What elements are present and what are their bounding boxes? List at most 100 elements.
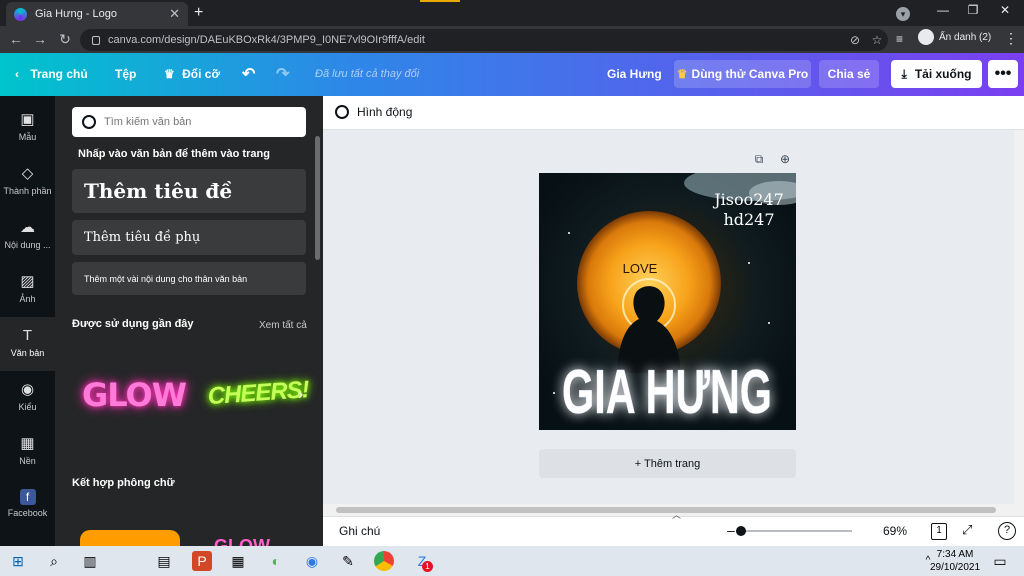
crown-icon: ♛	[164, 67, 175, 81]
incognito-avatar-icon	[918, 29, 934, 45]
rail-label: Thành phần	[3, 186, 52, 196]
design-text-main: GIA HƯNG	[562, 358, 772, 427]
tab-strip-accent	[420, 0, 460, 2]
design-text-line2: hd247	[723, 210, 774, 229]
task-view-icon[interactable]: ▥	[80, 551, 100, 571]
fullscreen-icon[interactable]: ⤢	[962, 522, 972, 538]
resize-label: Đổi cỡ	[182, 67, 220, 81]
reading-list-icon[interactable]: ≡	[896, 32, 903, 46]
redo-icon[interactable]: ↷	[276, 64, 289, 84]
omnibox[interactable]: canva.com/design/DAEuKBOxRk4/3PMP9_I0NE7…	[80, 29, 888, 51]
page-count-button[interactable]: 1	[931, 523, 947, 540]
close-window-icon[interactable]: ✕	[990, 3, 1020, 17]
clock-date: 29/10/2021	[930, 562, 981, 573]
chevron-left-icon: ‹	[15, 67, 19, 81]
share-button[interactable]: Chia sẻ	[819, 60, 879, 88]
design-title[interactable]: Gia Hưng	[607, 67, 662, 81]
text-icon: T	[22, 327, 33, 344]
chevron-up-icon[interactable]: ︿	[672, 508, 681, 521]
design-artwork: Jisoo247 hd247 LOVE GIA HƯNG	[539, 173, 796, 430]
rail-item-facebook[interactable]: f Facebook	[0, 479, 55, 533]
new-tab-button[interactable]: +	[194, 4, 203, 22]
help-button[interactable]: ?	[998, 522, 1016, 540]
zoom-level[interactable]: 69%	[883, 524, 907, 538]
rail-label: Nội dung ...	[4, 240, 51, 250]
browser-menu-icon[interactable]: ⋮	[1004, 30, 1018, 47]
add-page-icon[interactable]: ⊕	[778, 152, 792, 166]
chrome-icon[interactable]	[374, 551, 394, 571]
design-page[interactable]: Jisoo247 hd247 LOVE GIA HƯNG	[539, 173, 796, 430]
zoom-slider-track[interactable]	[736, 530, 852, 532]
more-options-button[interactable]: •••	[988, 60, 1018, 88]
star-dot	[748, 262, 750, 264]
font-combo-thumbnail[interactable]	[80, 530, 180, 546]
url-text[interactable]: canva.com/design/DAEuKBOxRk4/3PMP9_I0NE7…	[108, 34, 844, 46]
minimize-icon[interactable]: —	[928, 3, 958, 17]
animate-button[interactable]: Hình động	[335, 105, 412, 119]
app-icon[interactable]: ◐	[266, 551, 286, 571]
close-tab-icon[interactable]: ✕	[169, 6, 180, 22]
action-center-icon[interactable]: ▭	[990, 551, 1010, 571]
powerpoint-icon[interactable]: P	[192, 551, 212, 571]
rail-item-templates[interactable]: ▣ Mẫu	[0, 101, 55, 155]
download-button[interactable]: ⤓ Tải xuống	[891, 60, 982, 88]
add-subheading-button[interactable]: Thêm tiêu đề phụ	[72, 220, 306, 255]
photos-icon: ▨	[20, 273, 35, 290]
facebook-icon: f	[19, 489, 36, 505]
reload-icon[interactable]: ↻	[55, 31, 75, 48]
horizontal-scroll-thumb[interactable]	[336, 507, 996, 513]
animate-icon	[335, 105, 349, 119]
paint-icon[interactable]: ✎	[338, 551, 358, 571]
see-all-link[interactable]: Xem tất cả	[259, 320, 307, 331]
home-label: Trang chủ	[30, 67, 88, 81]
recent-cheers-text[interactable]: CHEERS!	[207, 376, 310, 419]
rail-item-photos[interactable]: ▨ Ảnh	[0, 263, 55, 317]
try-pro-button[interactable]: ♛ Dùng thử Canva Pro	[674, 60, 811, 88]
forward-icon[interactable]: →	[30, 31, 50, 47]
undo-icon[interactable]: ↶	[242, 64, 255, 84]
profile-button[interactable]: Ẩn danh (2)	[918, 29, 991, 45]
add-body-text-button[interactable]: Thêm một vài nội dung cho thân văn bản	[72, 262, 306, 295]
back-icon[interactable]: ←	[6, 31, 26, 47]
notes-button[interactable]: Ghi chú	[339, 524, 380, 538]
browser-tab[interactable]: Gia Hưng - Logo ✕	[6, 2, 188, 26]
styles-icon: ◉	[20, 381, 35, 398]
chevron-right-icon[interactable]: ›	[298, 386, 303, 404]
text-search-box[interactable]	[72, 107, 306, 137]
search-icon	[82, 115, 96, 129]
taskbar-clock[interactable]: 7:34 AM 29/10/2021	[930, 548, 980, 574]
add-heading-button[interactable]: Thêm tiêu đề	[72, 169, 306, 213]
duplicate-page-icon[interactable]: ⧉	[752, 152, 766, 166]
resize-button[interactable]: ♛ Đổi cỡ	[164, 67, 220, 81]
store-icon[interactable]: ▤	[154, 551, 174, 571]
bookmark-star-icon[interactable]: ☆	[866, 33, 888, 47]
rail-item-text[interactable]: T Văn bản	[0, 317, 55, 371]
app-icon[interactable]: ◉	[302, 551, 322, 571]
rail-label: Nền	[19, 456, 36, 466]
rail-label: Văn bản	[10, 348, 45, 358]
tab-search-icon[interactable]: ▾	[896, 7, 910, 21]
rail-item-styles[interactable]: ◉ Kiểu	[0, 371, 55, 425]
incognito-eye-icon[interactable]: ⊘	[844, 33, 866, 47]
recent-glow-text[interactable]: GLOW	[82, 376, 187, 422]
rail-label: Ảnh	[19, 294, 36, 304]
home-button[interactable]: ‹ Trang chủ	[15, 67, 88, 81]
canvas-vertical-scrollbar[interactable]	[1014, 130, 1024, 516]
search-icon[interactable]: ⌕	[44, 551, 64, 571]
file-menu-button[interactable]: Tệp	[115, 67, 136, 81]
rail-item-uploads[interactable]: ☁ Nội dung ...	[0, 209, 55, 263]
text-search-input[interactable]	[104, 116, 284, 128]
windows-start-icon[interactable]: ⊞	[8, 551, 28, 571]
rail-item-background[interactable]: ▦ Nền	[0, 425, 55, 479]
panel-scrollbar[interactable]	[315, 136, 320, 260]
add-page-button[interactable]: + Thêm trang	[539, 449, 796, 478]
rail-label: Mẫu	[18, 132, 37, 142]
rail-item-elements[interactable]: ◇ Thành phần	[0, 155, 55, 209]
zoom-out-icon[interactable]: –	[727, 522, 735, 538]
zoom-slider-knob[interactable]	[736, 526, 746, 536]
calculator-icon[interactable]: ▦	[228, 551, 248, 571]
elements-icon: ◇	[21, 165, 34, 182]
try-pro-label: Dùng thử Canva Pro	[691, 67, 809, 81]
restore-icon[interactable]: ❐	[958, 3, 988, 17]
download-icon: ⤓	[901, 66, 907, 81]
